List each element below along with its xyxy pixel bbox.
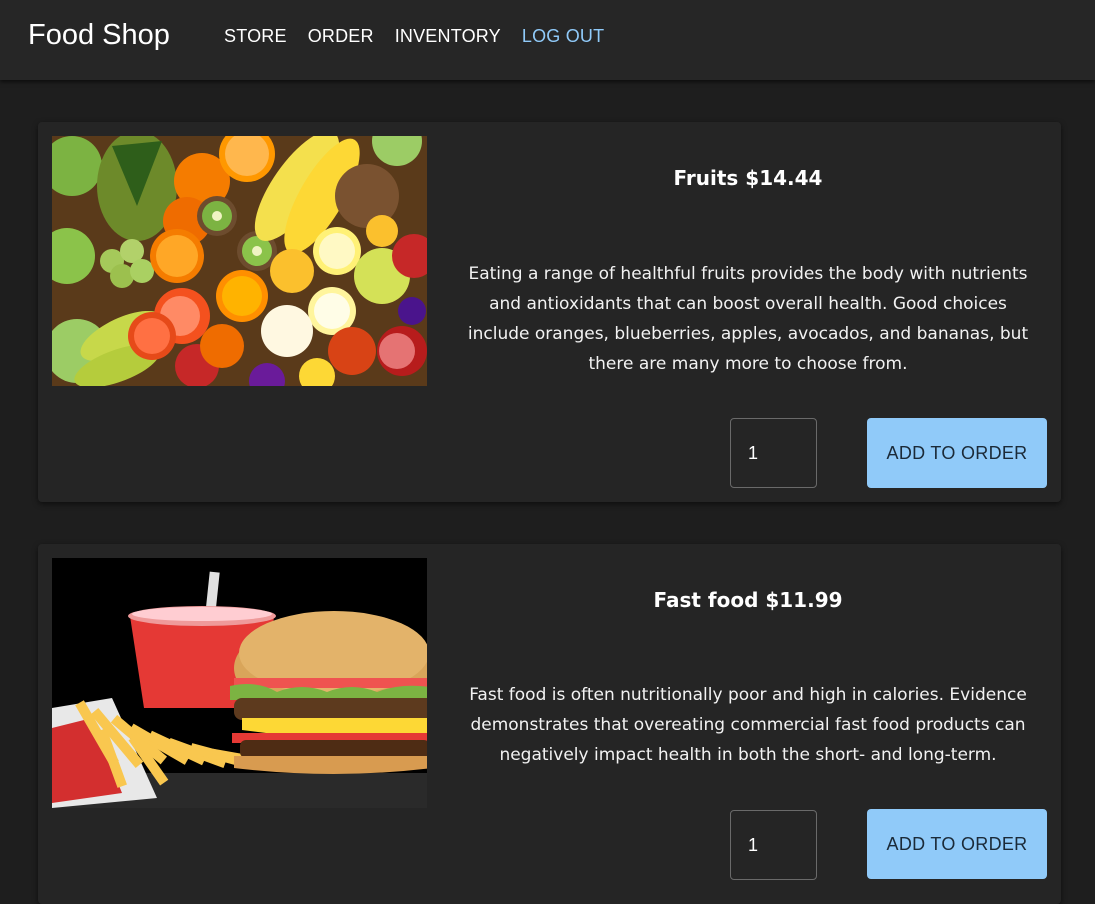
- description-line: Fast food is often nutritionally poor an…: [469, 685, 1027, 705]
- nav-store-link[interactable]: STORE: [224, 26, 287, 47]
- description-line: include oranges, blueberries, apples, av…: [467, 324, 1029, 344]
- nav-inventory-link[interactable]: INVENTORY: [395, 26, 501, 47]
- product-title: Fruits $14.44: [673, 166, 823, 190]
- nav-order-link[interactable]: ORDER: [308, 26, 374, 47]
- product-description: Fast food is often nutritionally poor an…: [456, 680, 1040, 770]
- app-bar: Food Shop STORE ORDER INVENTORY LOG OUT: [0, 0, 1095, 80]
- description-line: there are many more to choose from.: [588, 354, 908, 374]
- add-to-order-button[interactable]: ADD TO ORDER: [867, 809, 1047, 879]
- nav-logout-link[interactable]: LOG OUT: [522, 26, 604, 47]
- product-title: Fast food $11.99: [653, 588, 843, 612]
- product-description: Eating a range of healthful fruits provi…: [456, 259, 1040, 379]
- description-line: negatively impact health in both the sho…: [499, 745, 997, 765]
- quantity-input[interactable]: [730, 810, 817, 880]
- add-to-order-button[interactable]: ADD TO ORDER: [867, 418, 1047, 488]
- description-line: Eating a range of healthful fruits provi…: [468, 264, 1028, 284]
- main-nav: STORE ORDER INVENTORY LOG OUT: [224, 26, 625, 47]
- fruits-image: [52, 136, 427, 386]
- quantity-input[interactable]: [730, 418, 817, 488]
- product-card-fruits: Fruits $14.44 Eating a range of healthfu…: [38, 122, 1061, 502]
- product-card-fast-food: Fast food $11.99 Fast food is often nutr…: [38, 544, 1061, 904]
- fast-food-image: [52, 558, 427, 808]
- description-line: and antioxidants that can boost overall …: [489, 294, 1007, 314]
- app-title: Food Shop: [28, 19, 170, 51]
- description-line: demonstrates that overeating commercial …: [470, 715, 1026, 735]
